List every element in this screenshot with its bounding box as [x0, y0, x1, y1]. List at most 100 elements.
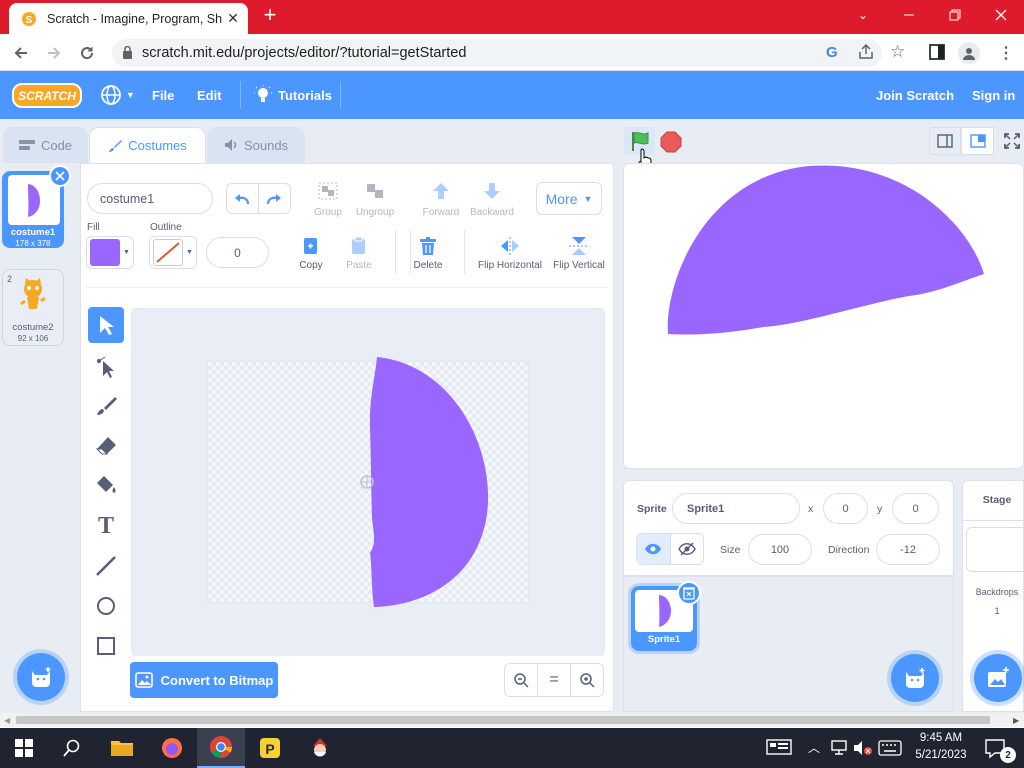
choose-costume-button[interactable] [17, 653, 65, 701]
line-tool-button[interactable] [88, 548, 124, 584]
side-panel-icon[interactable] [929, 44, 945, 60]
costume-name-input[interactable]: costume1 [87, 183, 213, 214]
santa-app-icon[interactable] [296, 728, 344, 768]
fill-tool-button[interactable] [88, 467, 124, 503]
direction-input[interactable]: -12 [876, 534, 940, 565]
ungroup-button[interactable]: Ungroup [352, 181, 398, 218]
tab-sounds[interactable]: Sounds [207, 127, 305, 163]
tab-code[interactable]: Code [3, 127, 88, 163]
browser-menu-icon[interactable]: ⋮ [998, 43, 1014, 63]
text-tool-icon[interactable]: T [88, 508, 124, 544]
scratch-logo[interactable]: SCRATCH [12, 83, 82, 108]
hide-eye-icon[interactable] [671, 534, 704, 564]
clock-date[interactable]: 5/21/2023 [910, 749, 972, 761]
address-bar[interactable]: scratch.mit.edu/projects/editor/?tutoria… [112, 39, 882, 67]
brush-tool-button[interactable] [88, 388, 124, 424]
backward-button[interactable]: Backward [468, 181, 516, 218]
back-icon[interactable] [10, 42, 32, 64]
horizontal-scrollbar[interactable]: ◀ ▶ [0, 713, 1024, 727]
outline-label: Outline [150, 222, 182, 233]
scrollbar-thumb[interactable] [16, 716, 990, 724]
sign-in-link[interactable]: Sign in [972, 71, 1015, 119]
outline-width-input[interactable]: 0 [206, 237, 269, 268]
reshape-tool-button[interactable] [88, 349, 124, 385]
join-scratch-link[interactable]: Join Scratch [876, 71, 954, 119]
zoom-reset-button[interactable]: = [538, 664, 571, 696]
paste-button[interactable]: Paste [340, 236, 378, 271]
search-icon[interactable] [48, 728, 96, 768]
tab-costumes[interactable]: Costumes [89, 127, 206, 163]
volume-muted-icon[interactable] [853, 740, 873, 756]
chevron-up-icon[interactable]: ︿ [808, 739, 820, 756]
fullscreen-icon[interactable] [1000, 127, 1024, 155]
google-icon[interactable]: G [826, 44, 838, 61]
minimize-icon[interactable] [886, 0, 932, 30]
circle-tool-button[interactable] [88, 588, 124, 624]
flip-vertical-button[interactable]: Flip Vertical [548, 236, 610, 271]
browser-tab[interactable]: S Scratch - Imagine, Program, Shar ✕ [9, 3, 248, 34]
flip-horizontal-button[interactable]: Flip Horizontal [474, 236, 546, 271]
zoom-out-icon[interactable] [505, 664, 538, 696]
edit-menu[interactable]: Edit [197, 71, 222, 119]
notes-app-icon[interactable]: P [246, 728, 294, 768]
bookmark-star-icon[interactable]: ☆ [890, 42, 905, 62]
stage-sprite-shape[interactable] [624, 164, 1024, 469]
clock-time[interactable]: 9:45 AM [910, 732, 972, 744]
eraser-tool-button[interactable] [88, 428, 124, 464]
scroll-left-icon[interactable]: ◀ [4, 716, 10, 725]
file-explorer-icon[interactable] [98, 728, 146, 768]
group-button[interactable]: Group [308, 181, 348, 218]
sprite-name-input[interactable]: Sprite1 [672, 493, 800, 524]
restore-icon[interactable] [932, 0, 978, 30]
file-menu[interactable]: File [152, 71, 174, 119]
stop-icon[interactable] [660, 131, 682, 153]
more-button[interactable]: More ▼ [536, 182, 602, 215]
backdrop-thumbnail[interactable] [966, 527, 1024, 572]
chevron-down-icon: ▼ [186, 249, 193, 256]
scroll-right-icon[interactable]: ▶ [1013, 716, 1019, 725]
firefox-icon[interactable] [148, 728, 196, 768]
normal-stage-button[interactable] [961, 127, 994, 155]
copy-button[interactable]: Copy [292, 236, 330, 271]
keyboard-icon[interactable] [878, 740, 902, 756]
x-input[interactable]: 0 [823, 493, 868, 524]
redo-icon[interactable] [259, 184, 290, 213]
fill-color-picker[interactable]: ▼ [86, 236, 134, 269]
chrome-icon[interactable] [197, 728, 245, 768]
language-menu[interactable]: ▼ [100, 71, 135, 119]
delete-button[interactable]: Delete [409, 236, 447, 271]
reload-icon[interactable] [76, 42, 98, 64]
close-window-icon[interactable] [978, 0, 1024, 30]
half-circle-shape[interactable] [131, 308, 605, 656]
convert-to-bitmap-button[interactable]: Convert to Bitmap [130, 662, 278, 698]
outline-color-picker[interactable]: ▼ [149, 236, 197, 269]
choose-backdrop-button[interactable] [974, 654, 1022, 702]
windows-start-icon[interactable] [0, 728, 48, 768]
new-tab-icon[interactable]: + [258, 4, 282, 28]
toolbar-separator [86, 287, 608, 288]
zoom-in-icon[interactable] [571, 664, 603, 696]
choose-sprite-button[interactable] [891, 654, 939, 702]
size-input[interactable]: 100 [748, 534, 812, 565]
undo-icon[interactable] [227, 184, 259, 213]
close-tab-icon[interactable]: ✕ [222, 10, 244, 27]
tab-search-icon[interactable]: ⌄ [840, 0, 886, 30]
tutorials-menu[interactable]: Tutorials [254, 71, 332, 119]
costume-tile-2[interactable]: 2 costume2 92 x 106 [2, 269, 64, 346]
keyboard-layout-icon[interactable] [766, 738, 792, 756]
network-icon[interactable] [830, 740, 848, 756]
show-eye-icon[interactable] [637, 534, 671, 564]
rectangle-tool-button[interactable] [88, 628, 124, 664]
y-input[interactable]: 0 [892, 493, 939, 524]
select-tool-button[interactable] [88, 307, 124, 343]
stage-canvas[interactable] [623, 163, 1024, 469]
delete-sprite-icon[interactable] [677, 581, 701, 605]
share-icon[interactable] [857, 43, 875, 61]
forward-button[interactable]: Forward [418, 181, 464, 218]
profile-avatar-icon[interactable] [958, 42, 980, 64]
paint-canvas-area[interactable] [131, 308, 605, 656]
delete-costume-icon[interactable] [49, 165, 71, 187]
small-stage-button[interactable] [929, 127, 961, 155]
sprite-tile-name: Sprite1 [647, 634, 681, 645]
forward-icon[interactable] [43, 42, 65, 64]
